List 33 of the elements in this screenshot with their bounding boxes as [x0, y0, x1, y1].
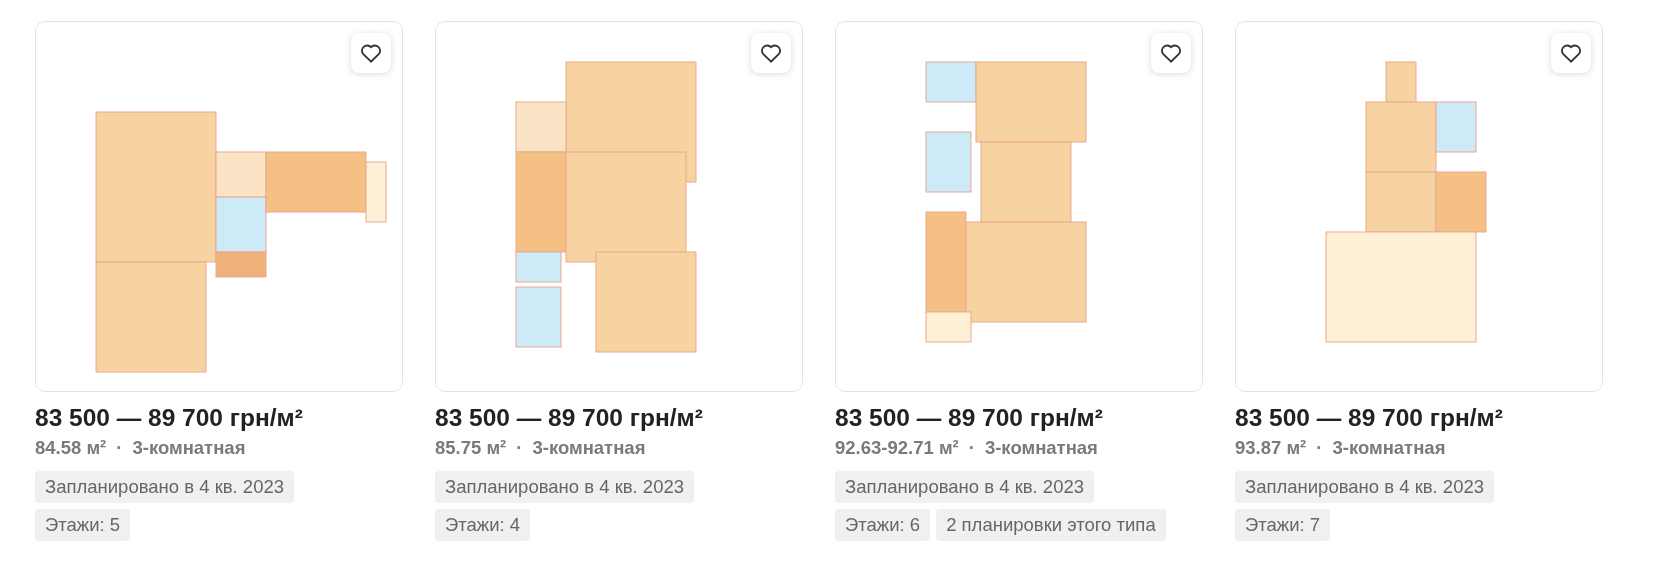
heart-icon — [1160, 43, 1182, 63]
heart-icon — [1560, 43, 1582, 63]
info-tag: Этажи: 5 — [35, 509, 131, 541]
separator: · — [516, 437, 523, 459]
separator: · — [1316, 437, 1323, 459]
favorite-button[interactable] — [1151, 33, 1191, 73]
info-tag: Запланировано в 4 кв. 2023 — [1235, 471, 1494, 503]
info-tag: Этажи: 4 — [435, 509, 531, 541]
area: 92.63-92.71 м² — [835, 437, 959, 459]
price: 83 500 — 89 700 грн/м² — [435, 404, 704, 432]
price: 83 500 — 89 700 грн/м² — [835, 404, 1104, 432]
room-count: 3-комнатная — [132, 437, 246, 459]
separator: · — [116, 437, 123, 459]
price: 83 500 — 89 700 грн/м² — [1235, 404, 1504, 432]
heart-icon — [760, 43, 782, 63]
info-tag: Этажи: 7 — [1235, 509, 1331, 541]
area: 84.58 м² — [35, 437, 107, 459]
favorite-button[interactable] — [751, 33, 791, 73]
room-count: 3-комнатная — [1332, 437, 1446, 459]
separator: · — [968, 437, 975, 459]
area: 93.87 м² — [1235, 437, 1307, 459]
info-tag: 2 планировки этого типа — [936, 509, 1166, 541]
info-tag: Запланировано в 4 кв. 2023 — [435, 471, 694, 503]
info-tag: Запланировано в 4 кв. 2023 — [35, 471, 294, 503]
info-tag: Запланировано в 4 кв. 2023 — [835, 471, 1094, 503]
favorite-button[interactable] — [351, 33, 391, 73]
area: 85.75 м² — [435, 437, 507, 459]
room-count: 3-комнатная — [984, 437, 1098, 459]
info-tag: Этажи: 6 — [835, 509, 931, 541]
heart-icon — [360, 43, 382, 63]
room-count: 3-комнатная — [532, 437, 646, 459]
favorite-button[interactable] — [1551, 33, 1591, 73]
price: 83 500 — 89 700 грн/м² — [35, 404, 304, 432]
